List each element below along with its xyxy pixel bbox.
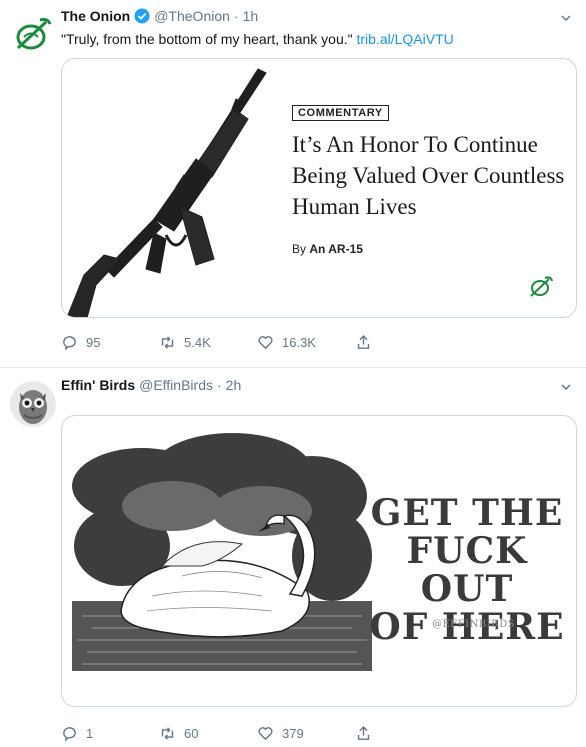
- tweet-text: "Truly, from the bottom of my heart, tha…: [61, 31, 454, 47]
- reply-count: 95: [86, 335, 101, 350]
- share-button[interactable]: [355, 334, 453, 351]
- chevron-down-icon[interactable]: [560, 12, 572, 24]
- reply-button[interactable]: 1: [61, 725, 159, 742]
- byline-prefix: By: [292, 242, 307, 256]
- tweet-time[interactable]: 2h: [226, 377, 242, 393]
- onion-logo-icon: [530, 276, 553, 297]
- reply-icon: [63, 727, 76, 742]
- separator: ·: [233, 8, 239, 24]
- share-icon: [357, 335, 370, 349]
- like-count: 379: [282, 726, 304, 741]
- owl-avatar[interactable]: [10, 381, 56, 427]
- like-icon: [258, 336, 273, 350]
- author-handle[interactable]: @TheOnion: [154, 8, 230, 24]
- tweet-link[interactable]: trib.al/LQAiVTU: [357, 31, 454, 47]
- like-button[interactable]: 379: [257, 725, 355, 742]
- card-byline: By An AR-15: [292, 242, 363, 256]
- tweet-header: Effin' Birds @EffinBirds · 2h: [61, 377, 241, 393]
- author-name[interactable]: Effin' Birds: [61, 377, 135, 393]
- retweet-icon: [161, 727, 174, 740]
- tweet-actions: 95 5.4K 16.3K: [61, 334, 453, 351]
- onion-avatar[interactable]: [10, 10, 56, 56]
- byline-author: An AR-15: [309, 242, 363, 256]
- author-name[interactable]: The Onion: [61, 8, 130, 24]
- separator: ·: [216, 377, 222, 393]
- link-card[interactable]: COMMENTARY It’s An Honor To Continue Bei…: [61, 58, 577, 318]
- retweet-icon: [161, 336, 174, 349]
- retweet-button[interactable]: 5.4K: [159, 334, 257, 351]
- tweet-time[interactable]: 1h: [243, 8, 259, 24]
- like-button[interactable]: 16.3K: [257, 334, 355, 351]
- share-button[interactable]: [355, 725, 453, 742]
- tweet-the-onion[interactable]: The Onion @TheOnion · 1h "Truly, from th…: [0, 0, 586, 368]
- reply-icon: [63, 336, 76, 351]
- tweet-effin-birds[interactable]: Effin' Birds @EffinBirds · 2h GET THE FU…: [0, 369, 586, 747]
- like-count: 16.3K: [282, 335, 316, 350]
- tweet-actions: 1 60 379: [61, 725, 453, 742]
- retweet-button[interactable]: 60: [159, 725, 257, 742]
- poster-line-2: FUCK OUT: [406, 530, 528, 610]
- tweet-body: "Truly, from the bottom of my heart, tha…: [61, 31, 353, 47]
- owl-avatar-image: [10, 381, 56, 427]
- chevron-down-icon[interactable]: [560, 381, 572, 393]
- reply-count: 1: [86, 726, 94, 741]
- card-headline: It’s An Honor To Continue Being Valued O…: [292, 132, 565, 219]
- category-tag: COMMENTARY: [292, 105, 389, 121]
- share-icon: [357, 726, 370, 740]
- author-handle[interactable]: @EffinBirds: [139, 377, 213, 393]
- onion-logo-icon: [10, 10, 56, 56]
- tweet-header: The Onion @TheOnion · 1h: [61, 8, 258, 24]
- retweet-count: 60: [184, 726, 199, 741]
- image-card[interactable]: GET THE FUCK OUT OF HERE @EFFINBIRDS: [61, 415, 577, 707]
- poster-line-1: GET THE: [370, 492, 564, 534]
- reply-button[interactable]: 95: [61, 334, 159, 351]
- swan-engraving-image: [72, 433, 372, 671]
- rifle-image: [67, 68, 267, 317]
- verified-icon: [134, 8, 150, 24]
- retweet-count: 5.4K: [184, 335, 211, 350]
- watermark: @EFFINBIRDS: [432, 619, 516, 630]
- like-icon: [258, 727, 273, 741]
